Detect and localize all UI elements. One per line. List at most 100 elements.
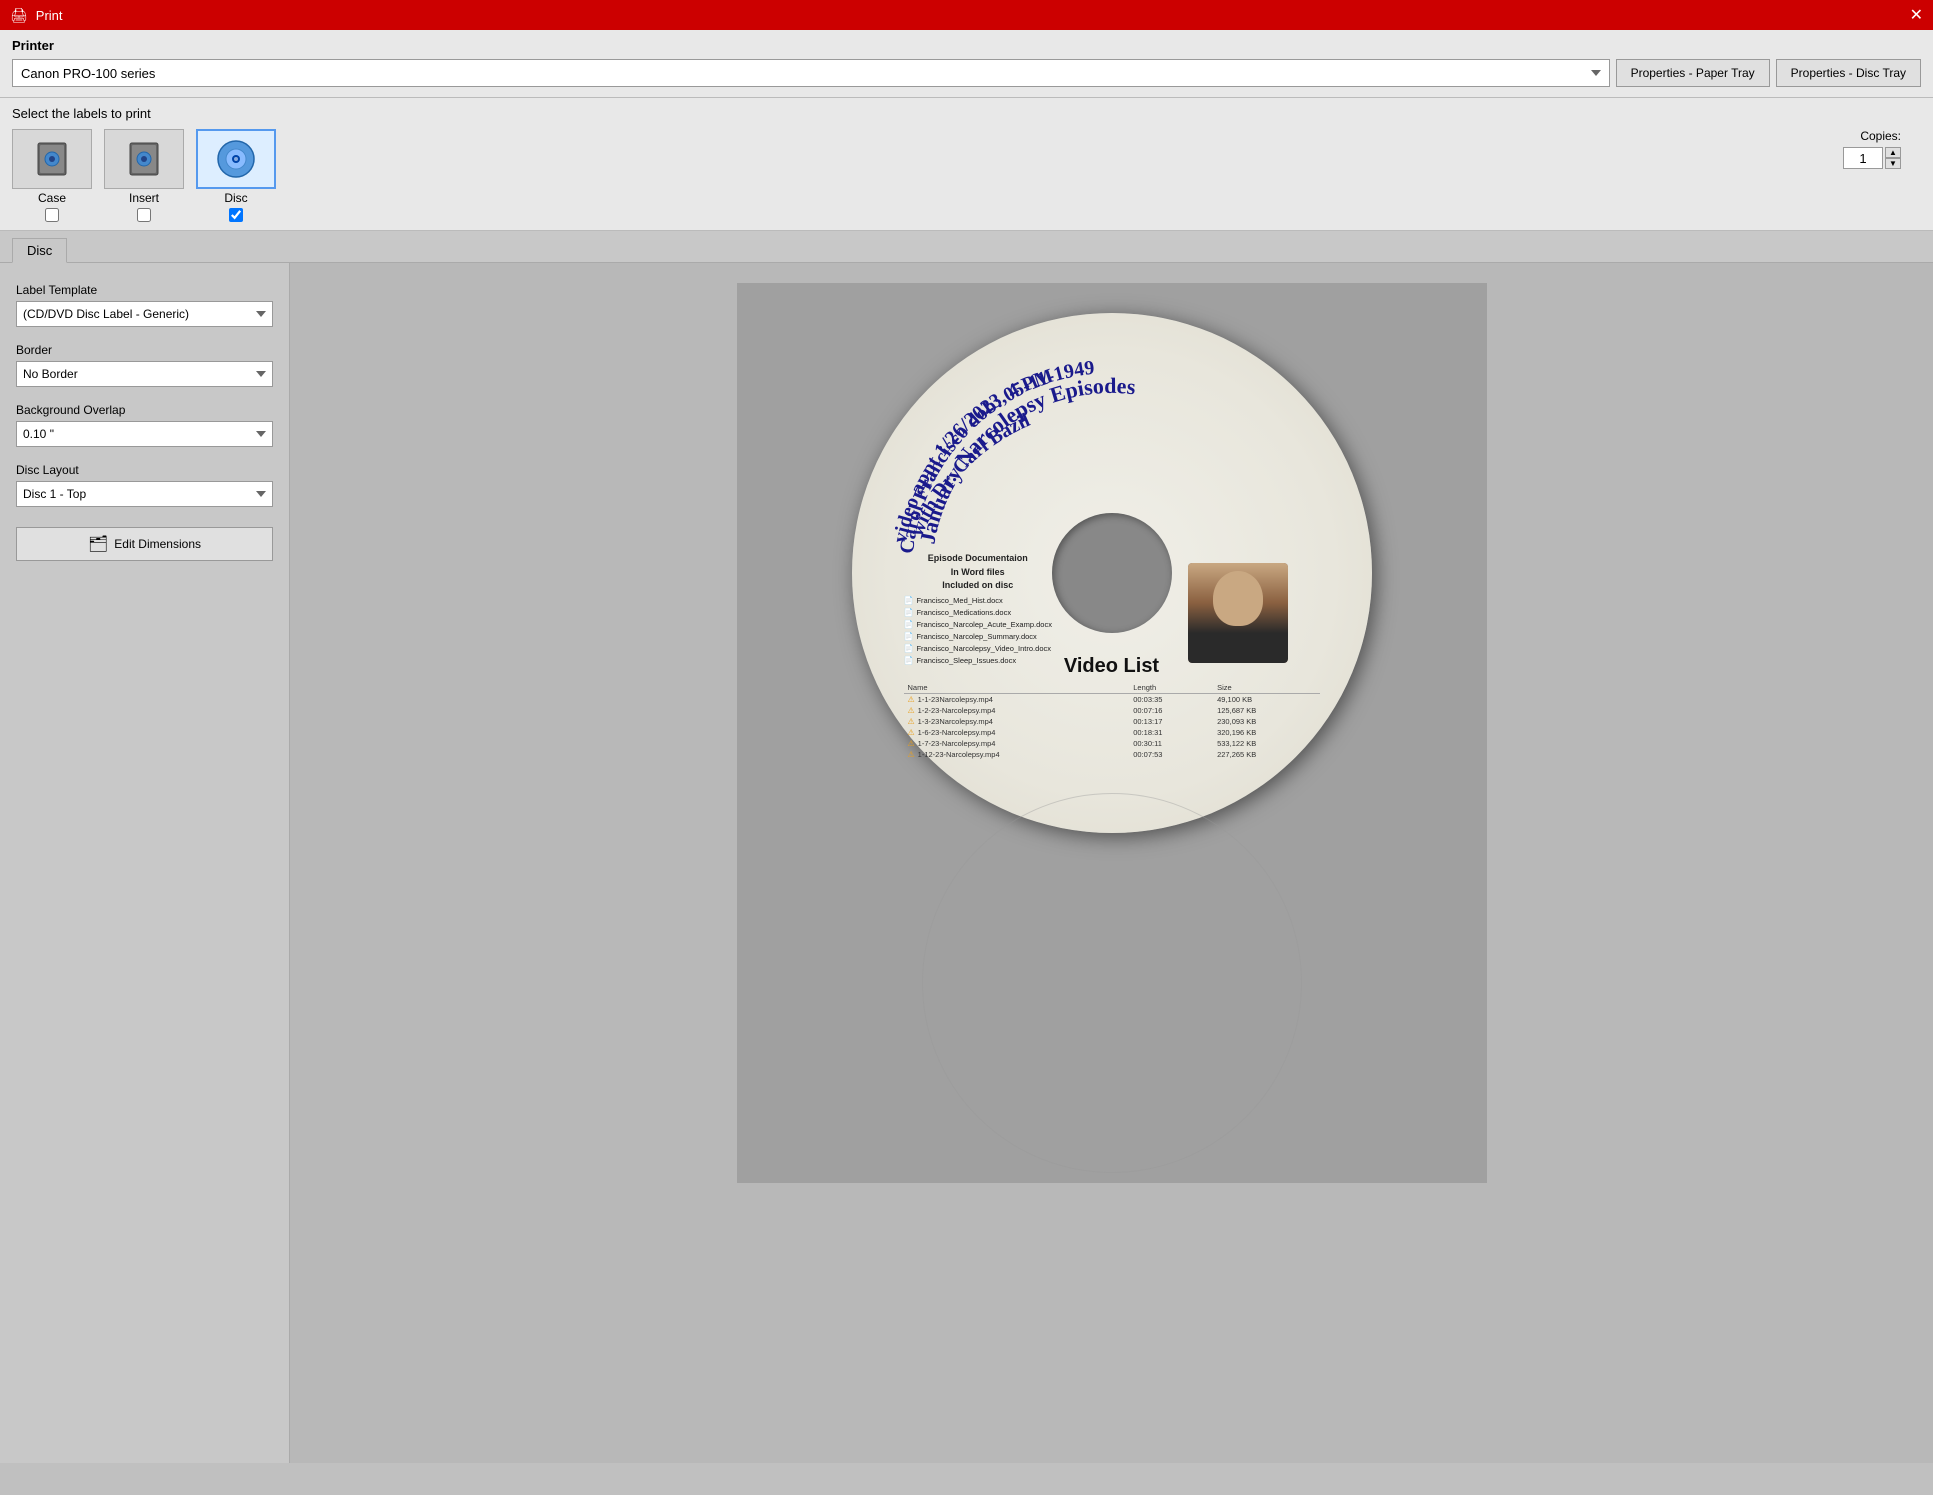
cell-name: ⚠1-1-23Narcolepsy.mp4 [904, 694, 1130, 705]
background-overlap-select[interactable]: 0.10 " [16, 421, 273, 447]
copies-input-row: 1 ▲ ▼ [1843, 147, 1901, 169]
cell-name: ⚠1-6-23-Narcolepsy.mp4 [904, 727, 1130, 738]
cell-length: 00:07:16 [1129, 705, 1213, 716]
cell-length: 00:30:11 [1129, 738, 1213, 749]
label-template-label: Label Template [16, 283, 273, 297]
label-icon-insert [104, 129, 184, 189]
copies-up-button[interactable]: ▲ [1885, 147, 1901, 158]
cell-name: ⚠1-7-23-Narcolepsy.mp4 [904, 738, 1130, 749]
edit-dim-label: Edit Dimensions [114, 537, 201, 551]
label-template-group: Label Template (CD/DVD Disc Label - Gene… [16, 283, 273, 327]
cell-name: ⚠1-2-23-Narcolepsy.mp4 [904, 705, 1130, 716]
file-item-0: 📄Francisco_Med_Hist.docx [904, 595, 1052, 607]
label-disc-name: Disc [224, 191, 247, 205]
table-row: ⚠1-2-23-Narcolepsy.mp4 00:07:16 125,687 … [904, 705, 1320, 716]
cell-name: ⚠1-3-23Narcolepsy.mp4 [904, 716, 1130, 727]
copies-label: Copies: [1860, 129, 1901, 143]
disc-table-body: ⚠1-1-23Narcolepsy.mp4 00:03:35 49,100 KB… [904, 694, 1320, 761]
file-item-4: 📄Francisco_Narcolepsy_Video_Intro.docx [904, 643, 1052, 655]
disc-layout-group: Disc Layout Disc 1 - Top [16, 463, 273, 507]
label-item-insert[interactable]: Insert [104, 129, 184, 222]
cell-size: 125,687 KB [1213, 705, 1319, 716]
cell-size: 320,196 KB [1213, 727, 1319, 738]
app-icon: 🖨 [10, 7, 28, 24]
disc-icon [214, 137, 258, 181]
cell-size: 230,093 KB [1213, 716, 1319, 727]
table-row: ⚠1-7-23-Narcolepsy.mp4 00:30:11 533,122 … [904, 738, 1320, 749]
printer-section: Printer Canon PRO-100 series Properties … [0, 30, 1933, 98]
printer-row: Canon PRO-100 series Properties - Paper … [12, 59, 1921, 87]
edit-dimensions-button[interactable]: 🗂 Edit Dimensions [16, 527, 273, 561]
label-insert-checkbox[interactable] [137, 208, 151, 222]
disc-layout-select[interactable]: Disc 1 - Top [16, 481, 273, 507]
cell-length: 00:18:31 [1129, 727, 1213, 738]
properties-paper-tray-button[interactable]: Properties - Paper Tray [1616, 59, 1770, 87]
copies-input[interactable]: 1 [1843, 147, 1883, 169]
border-group: Border No Border [16, 343, 273, 387]
disc-video-title: Video List [904, 655, 1320, 678]
labels-row: Case Insert [12, 129, 1921, 222]
properties-disc-tray-button[interactable]: Properties - Disc Tray [1776, 59, 1921, 87]
close-button[interactable]: ✕ [1910, 5, 1923, 25]
cell-size: 533,122 KB [1213, 738, 1319, 749]
labels-section: Select the labels to print Case [0, 98, 1933, 231]
disc-doc-title: Episode Documentaion In Word files Inclu… [904, 552, 1052, 593]
title-bar: 🖨 Print ✕ [0, 0, 1933, 30]
disc-table: Name Length Size ⚠1-1-23Narcolepsy.mp4 0… [904, 682, 1320, 760]
label-template-select[interactable]: (CD/DVD Disc Label - Generic) [16, 301, 273, 327]
disc-doc-text: Episode Documentaion In Word files Inclu… [904, 552, 1052, 667]
cell-length: 00:07:53 [1129, 749, 1213, 760]
disc-video-list: Video List Name Length Size ⚠1-1-23Narco… [904, 655, 1320, 760]
label-insert-name: Insert [129, 191, 159, 205]
copies-section: Copies: 1 ▲ ▼ [1843, 129, 1921, 169]
label-item-disc[interactable]: Disc [196, 129, 276, 222]
cell-name: ⚠1-12-23-Narcolepsy.mp4 [904, 749, 1130, 760]
col-header-size: Size [1213, 682, 1319, 694]
col-header-length: Length [1129, 682, 1213, 694]
title-left: 🖨 Print [10, 7, 63, 24]
cell-length: 00:13:17 [1129, 716, 1213, 727]
disc-layout-label: Disc Layout [16, 463, 273, 477]
border-select[interactable]: No Border [16, 361, 273, 387]
label-disc-checkbox[interactable] [229, 208, 243, 222]
labels-title: Select the labels to print [12, 106, 1921, 121]
table-row: ⚠1-6-23-Narcolepsy.mp4 00:18:31 320,196 … [904, 727, 1320, 738]
app-title: Print [36, 8, 63, 23]
file-item-1: 📄Francisco_Medications.docx [904, 607, 1052, 619]
cell-size: 227,265 KB [1213, 749, 1319, 760]
label-icon-case [12, 129, 92, 189]
disc-hole [1052, 513, 1172, 633]
label-icon-disc [196, 129, 276, 189]
printer-select[interactable]: Canon PRO-100 series [12, 59, 1610, 87]
disc-preview-container: January Narcolepsy Episodes Carol Franci… [737, 283, 1487, 1183]
edit-dim-icon: 🗂 [88, 534, 108, 554]
insert-icon [122, 137, 166, 181]
tab-disc[interactable]: Disc [12, 238, 67, 263]
cell-length: 00:03:35 [1129, 694, 1213, 706]
background-overlap-label: Background Overlap [16, 403, 273, 417]
content-area: Label Template (CD/DVD Disc Label - Gene… [0, 263, 1933, 1463]
col-header-name: Name [904, 682, 1130, 694]
background-overlap-group: Background Overlap 0.10 " [16, 403, 273, 447]
label-case-checkbox[interactable] [45, 208, 59, 222]
preview-area: January Narcolepsy Episodes Carol Franci… [290, 263, 1933, 1463]
cell-size: 49,100 KB [1213, 694, 1319, 706]
copies-spinners: ▲ ▼ [1885, 147, 1901, 169]
printer-label: Printer [12, 38, 1921, 53]
table-row: ⚠1-12-23-Narcolepsy.mp4 00:07:53 227,265… [904, 749, 1320, 760]
label-item-case[interactable]: Case [12, 129, 92, 222]
left-panel: Label Template (CD/DVD Disc Label - Gene… [0, 263, 290, 1463]
copies-down-button[interactable]: ▼ [1885, 158, 1901, 169]
border-label: Border [16, 343, 273, 357]
case-icon [30, 137, 74, 181]
disc-outer: January Narcolepsy Episodes Carol Franci… [852, 313, 1372, 833]
file-item-3: 📄Francisco_Narcolep_Summary.docx [904, 631, 1052, 643]
tab-bar: Disc [0, 231, 1933, 263]
disc-photo [1188, 563, 1288, 663]
table-row: ⚠1-3-23Narcolepsy.mp4 00:13:17 230,093 K… [904, 716, 1320, 727]
disc2-outline [922, 793, 1302, 1173]
table-row: ⚠1-1-23Narcolepsy.mp4 00:03:35 49,100 KB [904, 694, 1320, 706]
label-case-name: Case [38, 191, 66, 205]
file-item-2: 📄Francisco_Narcolep_Acute_Examp.docx [904, 619, 1052, 631]
person-face [1213, 571, 1263, 626]
